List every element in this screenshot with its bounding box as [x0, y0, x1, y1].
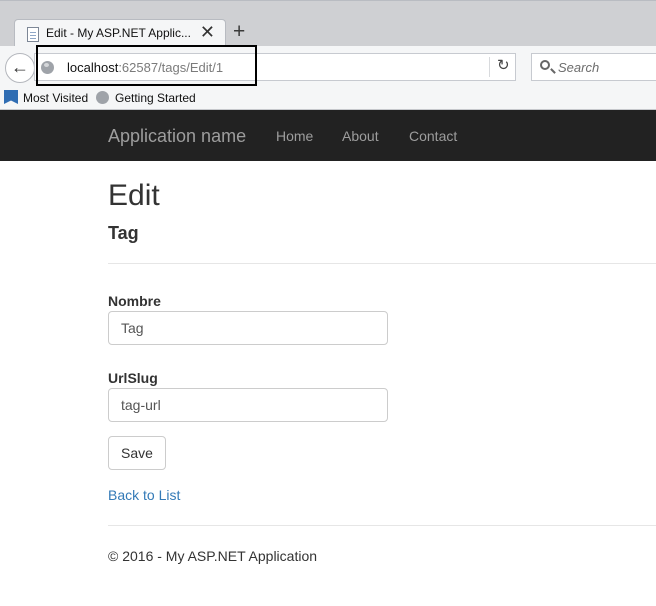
address-bar-divider [489, 57, 490, 77]
nombre-input[interactable] [108, 311, 388, 345]
tab-title: Edit - My ASP.NET Applic... [46, 26, 191, 40]
globe-icon [96, 91, 109, 104]
nav-contact[interactable]: Contact [409, 128, 457, 144]
page-title: Edit [108, 179, 160, 212]
urlslug-input[interactable] [108, 388, 388, 422]
search-icon [540, 60, 550, 70]
bookmark-most-visited[interactable]: Most Visited [23, 91, 88, 105]
browser-tab-strip: Edit - My ASP.NET Applic... ✕ + [0, 0, 656, 48]
divider [108, 263, 656, 264]
nombre-label: Nombre [108, 293, 161, 309]
nav-home[interactable]: Home [276, 128, 313, 144]
urlslug-label: UrlSlug [108, 370, 158, 386]
reload-icon[interactable]: ↻ [497, 56, 510, 74]
brand-link[interactable]: Application name [108, 126, 246, 147]
search-box[interactable]: Search [531, 53, 656, 81]
url-highlight-box [36, 45, 257, 86]
back-arrow-icon[interactable]: ← [5, 53, 35, 83]
bookmarks-icon [4, 90, 18, 104]
bookmarks-toolbar: Most Visited Getting Started [0, 87, 656, 110]
save-button[interactable]: Save [108, 436, 166, 470]
bookmark-getting-started[interactable]: Getting Started [115, 91, 196, 105]
close-icon[interactable]: ✕ [200, 23, 215, 41]
site-navbar: Application name Home About Contact [0, 110, 656, 161]
page-icon [27, 27, 39, 42]
search-placeholder: Search [558, 60, 600, 75]
browser-tab[interactable]: Edit - My ASP.NET Applic... ✕ [14, 19, 226, 48]
back-to-list-link[interactable]: Back to List [108, 487, 180, 503]
plus-icon[interactable]: + [233, 21, 245, 42]
footer-divider [108, 525, 656, 526]
nav-about[interactable]: About [342, 128, 379, 144]
page-subtitle: Tag [108, 223, 139, 243]
footer-text: © 2016 - My ASP.NET Application [108, 548, 318, 564]
